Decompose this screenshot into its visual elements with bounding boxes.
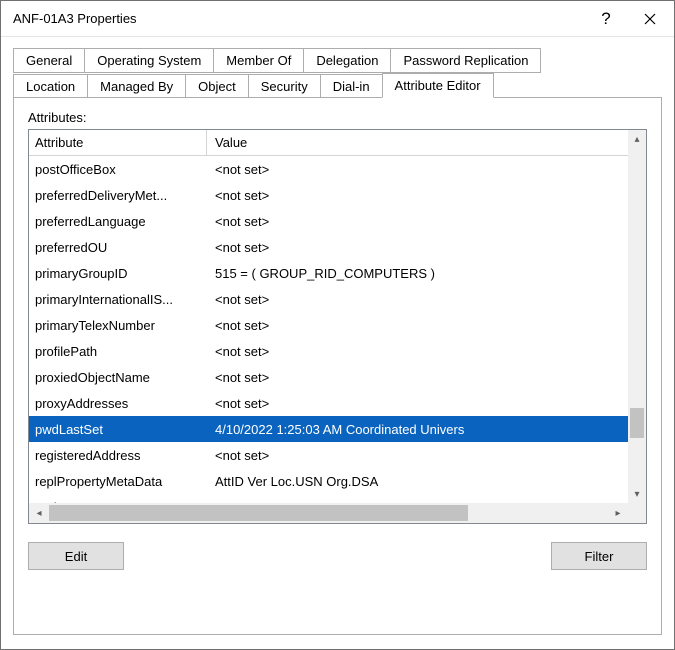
attribute-name: postOfficeBox	[29, 162, 207, 177]
close-button[interactable]	[628, 4, 672, 34]
titlebar: ANF-01A3 Properties ?	[1, 1, 674, 37]
tab-delegation[interactable]: Delegation	[303, 48, 391, 73]
attribute-value: <not set>	[207, 188, 646, 203]
attributes-label: Attributes:	[28, 110, 647, 125]
table-row[interactable]: replPropertyMetaData AttID Ver Loc.USN O…	[29, 468, 646, 494]
table-row[interactable]: primaryTelexNumber<not set>	[29, 312, 646, 338]
attribute-name: preferredLanguage	[29, 214, 207, 229]
tab-attribute-editor[interactable]: Attribute Editor	[382, 73, 494, 98]
attribute-listview[interactable]: Attribute Value postOfficeBox<not set>pr…	[28, 129, 647, 524]
table-row[interactable]: proxyAddresses<not set>	[29, 390, 646, 416]
attribute-name: preferredDeliveryMet...	[29, 188, 207, 203]
tab-member-of[interactable]: Member Of	[213, 48, 304, 73]
attribute-value: 515 = ( GROUP_RID_COMPUTERS )	[207, 266, 646, 281]
properties-dialog: ANF-01A3 Properties ? General Operating …	[0, 0, 675, 650]
tab-general[interactable]: General	[13, 48, 85, 73]
attribute-name: pwdLastSet	[29, 422, 207, 437]
attribute-value: AttID Ver Loc.USN Org.DSA	[207, 474, 646, 489]
table-row[interactable]: proxiedObjectName<not set>	[29, 364, 646, 390]
attribute-name: proxyAddresses	[29, 396, 207, 411]
attribute-name: registeredAddress	[29, 448, 207, 463]
edit-button[interactable]: Edit	[28, 542, 124, 570]
table-row[interactable]: preferredOU<not set>	[29, 234, 646, 260]
content-area: General Operating System Member Of Deleg…	[1, 37, 674, 649]
tab-password-replication[interactable]: Password Replication	[390, 48, 541, 73]
window-title: ANF-01A3 Properties	[13, 11, 584, 26]
attribute-name: replPropertyMetaData	[29, 474, 207, 489]
scroll-down-icon[interactable]: ▾	[628, 485, 646, 503]
table-row[interactable]: pwdLastSet4/10/2022 1:25:03 AM Coordinat…	[29, 416, 646, 442]
close-icon	[644, 13, 656, 25]
attribute-name: primaryGroupID	[29, 266, 207, 281]
vertical-scrollbar[interactable]: ▴ ▾	[628, 130, 646, 503]
vscroll-track[interactable]	[628, 148, 646, 485]
button-row: Edit Filter	[28, 542, 647, 570]
table-row[interactable]: primaryInternationalIS...<not set>	[29, 286, 646, 312]
attribute-value: 4/10/2022 1:25:03 AM Coordinated Univers	[207, 422, 646, 437]
attribute-name: primaryTelexNumber	[29, 318, 207, 333]
hscroll-track[interactable]	[49, 503, 608, 523]
filter-button[interactable]: Filter	[551, 542, 647, 570]
tab-row-2: Location Managed By Object Security Dial…	[13, 72, 662, 98]
attribute-value: <not set>	[207, 214, 646, 229]
help-button[interactable]: ?	[584, 4, 628, 34]
tab-strip: General Operating System Member Of Deleg…	[13, 47, 662, 98]
attribute-value: <not set>	[207, 240, 646, 255]
horizontal-scrollbar[interactable]: ◂ ▸	[29, 503, 628, 523]
scroll-up-icon[interactable]: ▴	[628, 130, 646, 148]
table-row[interactable]: preferredDeliveryMet...<not set>	[29, 182, 646, 208]
table-row[interactable]: primaryGroupID515 = ( GROUP_RID_COMPUTER…	[29, 260, 646, 286]
table-row[interactable]: preferredLanguage<not set>	[29, 208, 646, 234]
attribute-name: proxiedObjectName	[29, 370, 207, 385]
attribute-value: <not set>	[207, 396, 646, 411]
tab-managed-by[interactable]: Managed By	[87, 74, 186, 98]
tab-object[interactable]: Object	[185, 74, 249, 98]
attribute-value: <not set>	[207, 344, 646, 359]
attribute-editor-page: Attributes: Attribute Value postOfficeBo…	[13, 97, 662, 635]
tab-location[interactable]: Location	[13, 74, 88, 98]
scroll-right-icon[interactable]: ▸	[608, 503, 628, 523]
tab-security[interactable]: Security	[248, 74, 321, 98]
table-row[interactable]: registeredAddress<not set>	[29, 442, 646, 468]
attribute-value: <not set>	[207, 162, 646, 177]
tab-dial-in[interactable]: Dial-in	[320, 74, 383, 98]
scroll-corner	[628, 503, 646, 523]
vscroll-thumb[interactable]	[630, 408, 644, 438]
table-row[interactable]: postOfficeBox<not set>	[29, 156, 646, 182]
tab-row-1: General Operating System Member Of Deleg…	[13, 47, 662, 73]
hscroll-thumb[interactable]	[49, 505, 468, 521]
attribute-name: preferredOU	[29, 240, 207, 255]
attribute-name: profilePath	[29, 344, 207, 359]
scroll-left-icon[interactable]: ◂	[29, 503, 49, 523]
list-header: Attribute Value	[29, 130, 646, 156]
attribute-value: <not set>	[207, 318, 646, 333]
tab-operating-system[interactable]: Operating System	[84, 48, 214, 73]
column-header-value[interactable]: Value	[207, 130, 628, 155]
list-body: postOfficeBox<not set>preferredDeliveryM…	[29, 156, 646, 523]
attribute-value: <not set>	[207, 292, 646, 307]
attribute-name: primaryInternationalIS...	[29, 292, 207, 307]
attribute-value: <not set>	[207, 370, 646, 385]
table-row[interactable]: profilePath<not set>	[29, 338, 646, 364]
attribute-value: <not set>	[207, 448, 646, 463]
column-header-attribute[interactable]: Attribute	[29, 130, 207, 155]
